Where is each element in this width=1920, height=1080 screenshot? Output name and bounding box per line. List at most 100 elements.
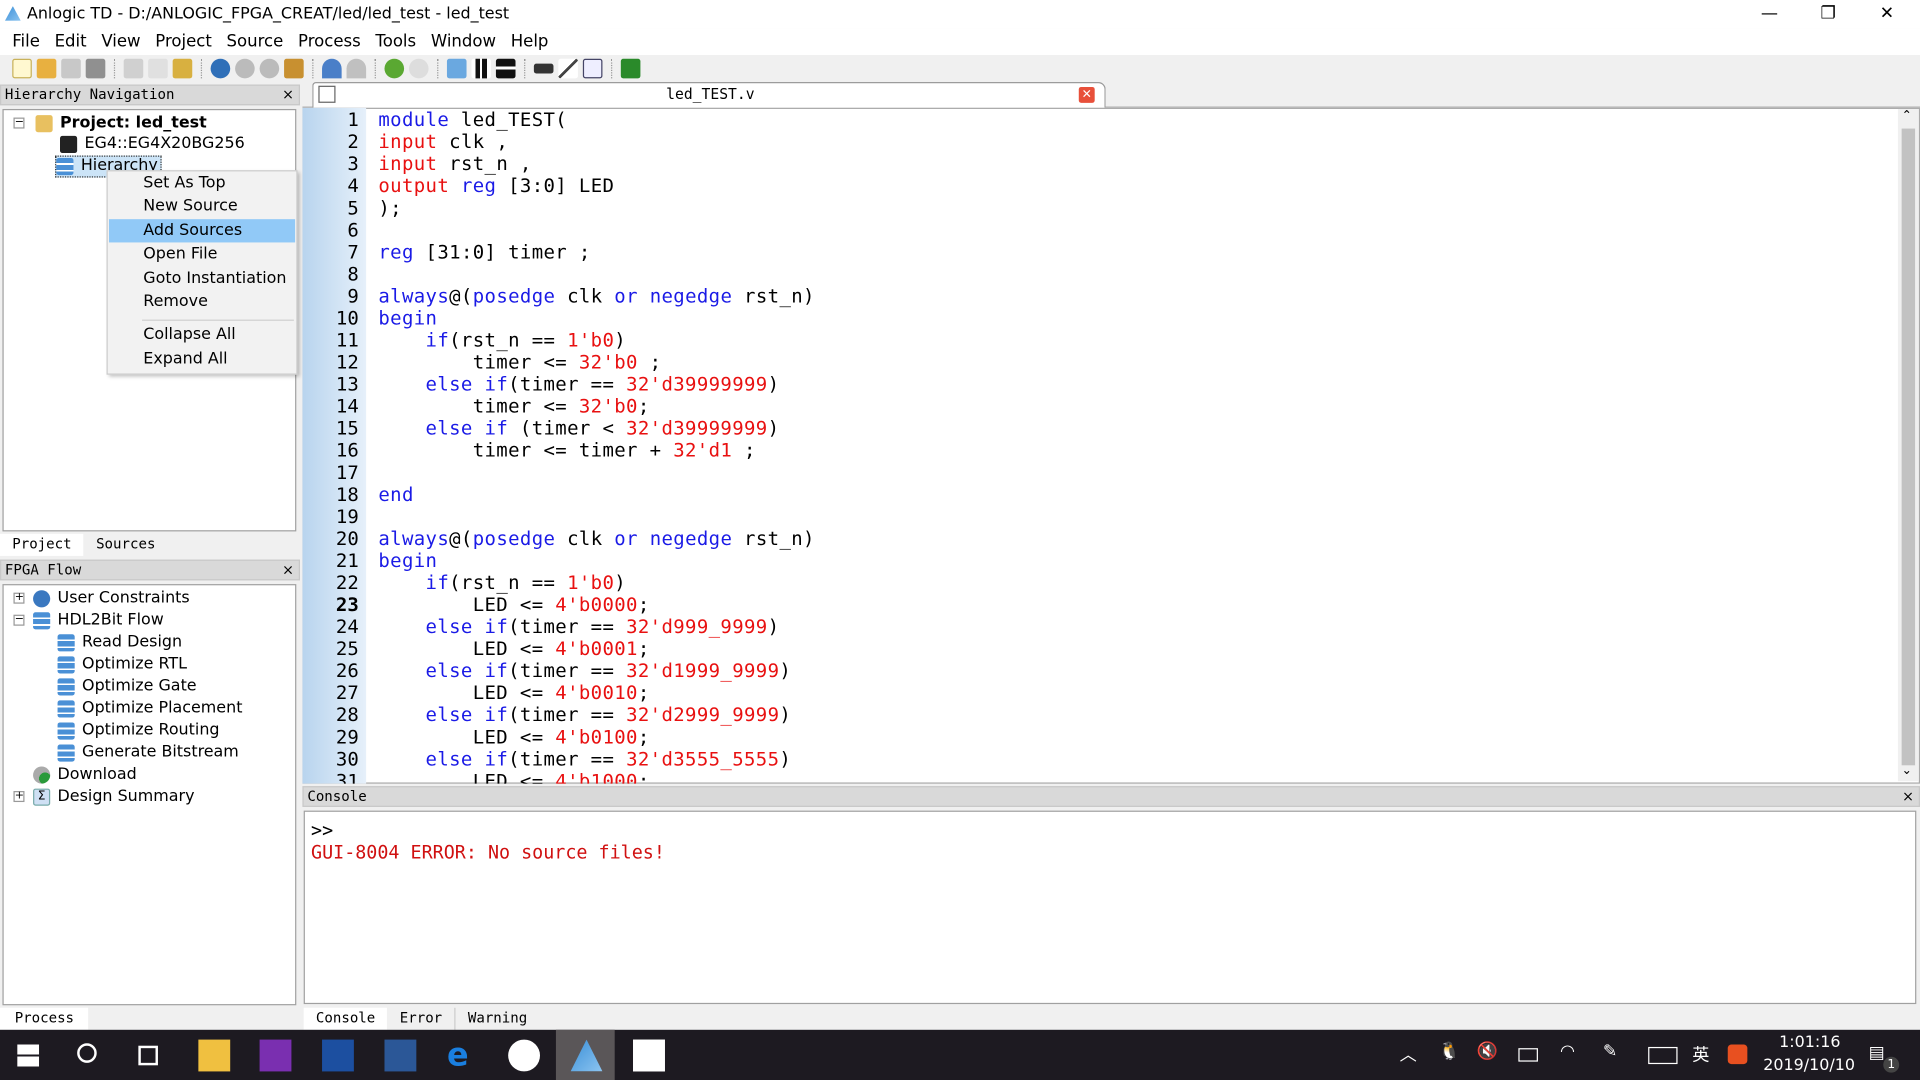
find-prev-icon[interactable] [259, 58, 280, 79]
volume-muted-icon[interactable]: 🔇 [1477, 1042, 1498, 1062]
close-icon[interactable]: × [282, 86, 294, 104]
menu-item-collapse-all[interactable]: Collapse All [109, 323, 295, 346]
tab-project[interactable]: Project [0, 533, 84, 556]
photos-icon[interactable] [633, 1039, 665, 1072]
flow-label: Read Design [82, 633, 183, 652]
show-hidden-icons[interactable]: ︿ [1400, 1042, 1417, 1066]
app-tree-icon[interactable] [508, 1039, 541, 1072]
search-icon[interactable] [77, 1043, 97, 1063]
battery-icon[interactable] [1518, 1048, 1538, 1062]
waveform-icon[interactable] [582, 58, 603, 79]
tab-error[interactable]: Error [388, 1007, 456, 1030]
copy-icon[interactable] [148, 58, 168, 79]
probe-icon[interactable] [558, 58, 578, 79]
menu-item-new-source[interactable]: New Source [109, 195, 295, 218]
onenote-icon[interactable] [259, 1039, 292, 1072]
collapse-icon[interactable]: − [13, 117, 25, 129]
line-number: 4 [347, 175, 359, 198]
layout-icon[interactable] [495, 58, 516, 79]
open-folder-icon[interactable] [36, 58, 57, 79]
close-icon[interactable]: × [1902, 787, 1914, 805]
close-tab-icon[interactable]: ✕ [1078, 86, 1095, 103]
flow-optimize-routing[interactable]: Optimize Routing [57, 720, 220, 742]
redo-icon[interactable] [346, 58, 367, 79]
new-file-icon[interactable] [12, 58, 32, 79]
expand-icon[interactable]: + [13, 592, 25, 604]
paste-icon[interactable] [172, 58, 193, 79]
scroll-up-icon[interactable]: ⌃ [1902, 109, 1912, 122]
menu-project[interactable]: Project [148, 32, 219, 52]
menu-view[interactable]: View [94, 32, 148, 52]
bar-chart-icon[interactable] [471, 58, 492, 79]
devcpp-icon[interactable] [322, 1039, 354, 1072]
flow-user-constraints[interactable]: User Constraints [33, 588, 190, 610]
literal-token: output [378, 175, 450, 198]
ime-indicator[interactable]: 英 [1692, 1042, 1709, 1066]
replace-icon[interactable] [284, 58, 304, 79]
menu-tools[interactable]: Tools [368, 32, 423, 52]
undo-icon[interactable] [322, 58, 342, 79]
qq-icon[interactable]: 🐧 [1439, 1042, 1460, 1062]
flow-hdl2bit[interactable]: HDL2Bit Flow [33, 610, 164, 632]
menu-edit[interactable]: Edit [47, 32, 94, 52]
edge-icon[interactable]: e [447, 1040, 479, 1072]
vertical-scrollbar[interactable]: ⌃ ⌄ [1897, 108, 1919, 782]
flow-generate-bitstream[interactable]: Generate Bitstream [57, 742, 239, 764]
console-output[interactable]: >> GUI-8004 ERROR: No source files! [303, 810, 1917, 1005]
notification-icon[interactable]: ▤ [1869, 1043, 1885, 1063]
find-next-icon[interactable] [235, 58, 255, 79]
keyboard-icon[interactable] [1648, 1046, 1678, 1065]
menu-process[interactable]: Process [291, 32, 368, 52]
menu-item-remove[interactable]: Remove [109, 290, 295, 313]
code-viewport[interactable]: 1 2 3 4 5 6 7 8 9 10 11 12 13 14 15 16 17 18 19 20 21 22 23 24 2… [302, 107, 1898, 784]
menu-file[interactable]: File [5, 32, 47, 52]
run-icon[interactable] [384, 58, 405, 79]
tree-item-project[interactable]: Project: led_test [35, 113, 207, 135]
tab-sources[interactable]: Sources [84, 534, 168, 556]
menu-source[interactable]: Source [219, 32, 290, 52]
find-icon[interactable] [210, 58, 231, 79]
word-icon[interactable] [384, 1039, 417, 1072]
file-explorer-icon[interactable] [198, 1039, 231, 1072]
restore-button[interactable]: ❐ [1800, 0, 1856, 28]
chip-icon[interactable] [533, 63, 554, 74]
task-view-icon[interactable] [138, 1045, 158, 1066]
minimize-button[interactable]: — [1741, 0, 1797, 28]
close-button[interactable]: ✕ [1859, 0, 1915, 28]
tree-item-device[interactable]: EG4::EG4X20BG256 [60, 133, 245, 155]
tab-process[interactable]: Process [0, 1007, 89, 1030]
save-all-icon[interactable] [85, 58, 106, 79]
flow-design-summary[interactable]: Σ Design Summary [33, 786, 195, 808]
menu-help[interactable]: Help [503, 32, 555, 52]
menu-item-open-file[interactable]: Open File [109, 242, 295, 265]
collapse-icon[interactable]: − [13, 614, 25, 626]
menu-item-set-as-top[interactable]: Set As Top [109, 171, 295, 194]
editor-tab[interactable]: led_TEST.v ✕ [312, 82, 1106, 108]
windows-icon[interactable] [446, 58, 467, 79]
close-icon[interactable]: × [282, 561, 294, 579]
stop-icon[interactable] [408, 58, 429, 79]
sogou-icon[interactable] [1727, 1044, 1748, 1065]
menu-item-goto-instantiation[interactable]: Goto Instantiation [109, 267, 295, 290]
flow-download[interactable]: Download [33, 764, 137, 786]
scroll-down-icon[interactable]: ⌄ [1902, 764, 1912, 777]
download-icon[interactable] [620, 58, 641, 79]
clock-date[interactable]: 2019/10/10 [1763, 1057, 1855, 1075]
tab-console[interactable]: Console [303, 1007, 388, 1030]
flow-optimize-gate[interactable]: Optimize Gate [57, 676, 197, 698]
wifi-icon[interactable]: ◠ [1560, 1042, 1575, 1062]
flow-read-design[interactable]: Read Design [57, 632, 183, 654]
pen-icon[interactable]: ✎ [1603, 1042, 1617, 1062]
scrollbar-thumb[interactable] [1901, 128, 1916, 766]
tab-warning[interactable]: Warning [456, 1008, 540, 1030]
save-icon[interactable] [61, 58, 81, 79]
clock-time[interactable]: 1:01:16 [1779, 1033, 1840, 1051]
flow-optimize-rtl[interactable]: Optimize RTL [57, 654, 187, 676]
flow-optimize-placement[interactable]: Optimize Placement [57, 698, 243, 720]
start-button[interactable] [17, 1044, 40, 1067]
menu-window[interactable]: Window [424, 32, 504, 52]
menu-item-expand-all[interactable]: Expand All [109, 348, 295, 371]
menu-item-add-sources[interactable]: Add Sources [108, 219, 296, 243]
cut-icon[interactable] [123, 58, 144, 79]
expand-icon[interactable]: + [13, 790, 25, 803]
